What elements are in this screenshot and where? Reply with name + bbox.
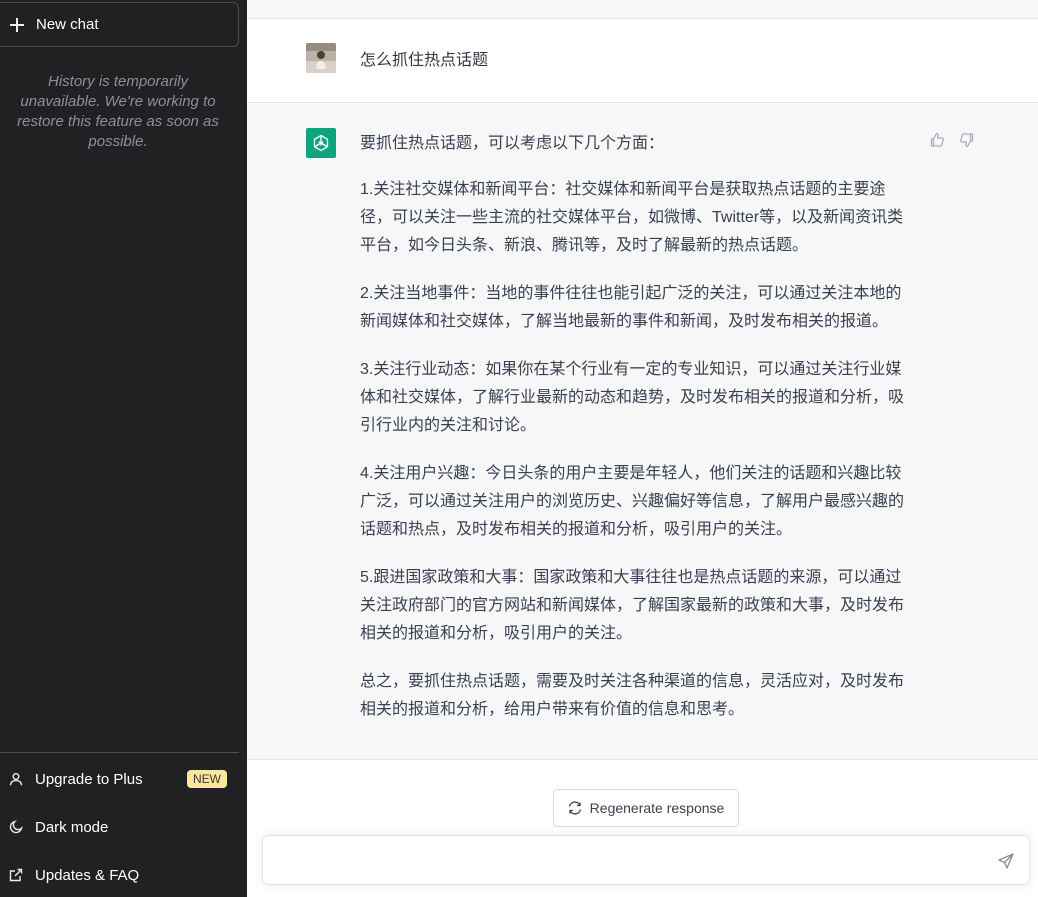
user-message-text: 怎么抓住热点话题 <box>360 52 489 69</box>
dark-mode-label: Dark mode <box>35 818 109 836</box>
plus-icon <box>10 17 24 32</box>
send-icon[interactable] <box>997 852 1015 870</box>
new-badge: NEW <box>187 770 227 788</box>
assistant-paragraph: 5.跟进国家政策和大事：国家政策和大事往往也是热点话题的来源，可以通过关注政府部… <box>360 569 905 642</box>
user-icon <box>8 771 24 787</box>
dark-mode-button[interactable]: Dark mode <box>0 805 239 849</box>
sidebar: New chat History is temporarily unavaila… <box>0 0 247 897</box>
assistant-paragraph: 1.关注社交媒体和新闻平台：社交媒体和新闻平台是获取热点话题的主要途径，可以关注… <box>360 181 904 254</box>
message-composer <box>262 835 1030 885</box>
refresh-icon <box>568 801 582 815</box>
assistant-message-row: 要抓住热点话题，可以考虑以下几个方面： 1.关注社交媒体和新闻平台：社交媒体和新… <box>247 104 1038 760</box>
feedback-buttons <box>929 132 975 148</box>
assistant-paragraph: 3.关注行业动态：如果你在某个行业有一定的专业知识，可以通过关注行业媒体和社交媒… <box>360 361 905 434</box>
external-link-icon <box>8 867 24 883</box>
assistant-message-text: 要抓住热点话题，可以考虑以下几个方面： 1.关注社交媒体和新闻平台：社交媒体和新… <box>360 130 912 744</box>
new-chat-button[interactable]: New chat <box>0 2 239 47</box>
chat-main: 怎么抓住热点话题 要抓住热点话题，可以考虑以下几个方面： 1.关注社交媒体和新闻… <box>247 0 1038 897</box>
assistant-paragraph: 总之，要抓住热点话题，需要及时关注各种渠道的信息，灵活应对，及时发布相关的报道和… <box>360 673 905 718</box>
updates-faq-link[interactable]: Updates & FAQ <box>0 853 239 897</box>
user-avatar <box>306 43 336 73</box>
thumbs-up-icon[interactable] <box>929 132 945 148</box>
top-strip <box>247 0 1038 19</box>
upgrade-to-plus-button[interactable]: Upgrade to Plus NEW <box>0 757 239 801</box>
moon-icon <box>8 819 24 835</box>
history-unavailable-note: History is temporarily unavailable. We'r… <box>17 73 219 150</box>
openai-logo-icon <box>306 128 336 158</box>
assistant-paragraph: 2.关注当地事件：当地的事件往往也能引起广泛的关注，可以通过关注本地的新闻媒体和… <box>360 285 902 330</box>
updates-faq-label: Updates & FAQ <box>35 866 140 884</box>
assistant-paragraph: 4.关注用户兴趣：今日头条的用户主要是年轻人，他们关注的话题和兴趣比较广泛，可以… <box>360 465 905 538</box>
new-chat-label: New chat <box>36 16 99 33</box>
assistant-paragraph: 要抓住热点话题，可以考虑以下几个方面： <box>360 135 665 152</box>
message-input[interactable] <box>275 848 975 874</box>
thumbs-down-icon[interactable] <box>959 132 975 148</box>
upgrade-to-plus-label: Upgrade to Plus <box>35 770 143 788</box>
regenerate-response-button[interactable]: Regenerate response <box>553 789 739 827</box>
regenerate-response-label: Regenerate response <box>589 800 725 816</box>
user-message-row: 怎么抓住热点话题 <box>247 19 1038 103</box>
sidebar-divider <box>0 752 239 753</box>
